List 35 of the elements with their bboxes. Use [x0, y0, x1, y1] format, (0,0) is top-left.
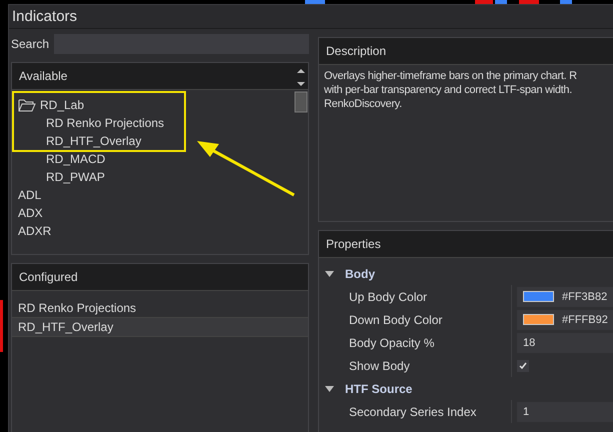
property-label: Down Body Color: [348, 312, 444, 326]
chart-bar: [495, 0, 507, 4]
number-field[interactable]: 18: [517, 332, 613, 352]
chart-bar: [475, 0, 493, 4]
number-field[interactable]: 1: [517, 402, 613, 422]
checkbox[interactable]: [517, 360, 529, 372]
tree-item[interactable]: ADL: [18, 186, 42, 204]
list-item[interactable]: RD_HTF_Overlay: [12, 317, 308, 337]
search-label: Search: [11, 37, 49, 51]
tree-item[interactable]: RD_HTF_Overlay: [46, 132, 142, 150]
tree-item[interactable]: ADXR: [18, 222, 52, 240]
list-item[interactable]: RD Renko Projections: [12, 299, 308, 317]
property-label: Up Body Color: [348, 290, 428, 304]
chart-bar: [305, 0, 325, 4]
property-label: Body Opacity %: [348, 336, 436, 350]
tree-item[interactable]: RD_MACD: [46, 150, 106, 168]
panel-title: Configured: [19, 270, 78, 284]
panel-title: Properties: [326, 237, 381, 251]
description-text: Overlays higher-timeframe bars on the primary chart. R with per-bar transparency and correct LTF-span width. RenkoDiscovery.: [323, 69, 578, 112]
property-group[interactable]: HTF Source: [319, 377, 613, 400]
color-field[interactable]: #FF3B82: [517, 286, 613, 306]
property-group[interactable]: Body: [319, 262, 613, 285]
color-field[interactable]: #FFFB92: [517, 310, 613, 330]
tree-item[interactable]: RD_PWAP: [46, 168, 105, 186]
chart-bar: [0, 300, 3, 352]
tree-item[interactable]: RD Renko Projections: [46, 114, 164, 132]
chart-bar: [560, 0, 572, 4]
tree-item[interactable]: ADX: [18, 204, 43, 222]
panel-title: Description: [326, 44, 386, 58]
chart-bar: [519, 0, 539, 4]
window-title: Indicators: [12, 8, 78, 25]
panel-title: Available: [19, 69, 68, 83]
property-label: Show Body: [348, 358, 411, 372]
tree-folder[interactable]: RD_Lab: [18, 96, 84, 114]
property-label: Secondary Series Index: [348, 404, 478, 418]
